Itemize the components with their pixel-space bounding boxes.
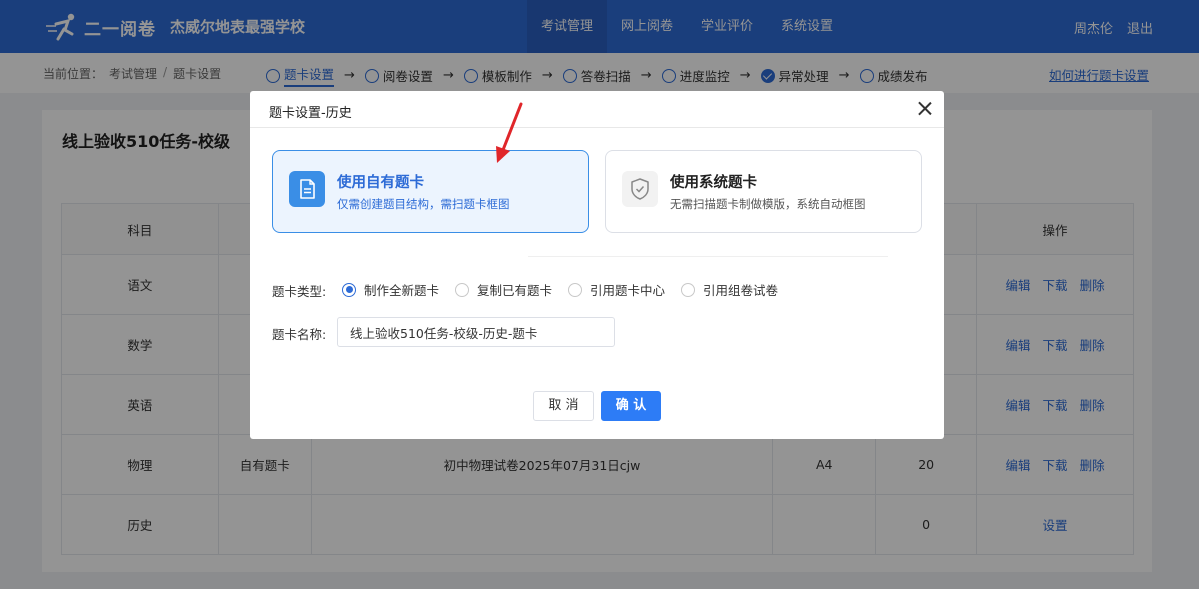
radio-create-new[interactable]: 制作全新题卡 (342, 280, 439, 299)
divider (528, 256, 888, 257)
option-desc: 无需扫描题卡制做模版，系统自动框图 (670, 197, 866, 211)
radio-icon (568, 282, 583, 297)
option-title: 使用自有题卡 (337, 175, 424, 191)
use-own-card-option[interactable]: 使用自有题卡 仅需创建题目结构，需扫题卡框图 (272, 150, 589, 233)
close-icon[interactable] (915, 99, 935, 119)
radio-reference-center[interactable]: 引用题卡中心 (568, 280, 665, 299)
card-name-input[interactable] (337, 317, 615, 347)
radio-icon (455, 282, 470, 297)
use-system-card-option[interactable]: 使用系统题卡 无需扫描题卡制做模版，系统自动框图 (605, 150, 922, 233)
cancel-button[interactable]: 取 消 (533, 391, 594, 421)
card-type-label: 题卡类型: (272, 284, 327, 299)
confirm-button[interactable]: 确 认 (601, 391, 661, 421)
dialog-title: 题卡设置-历史 (269, 106, 352, 121)
radio-icon (681, 282, 696, 297)
radio-checked-icon (342, 282, 356, 297)
radio-reference-compose[interactable]: 引用组卷试卷 (681, 280, 778, 299)
radio-copy-existing[interactable]: 复制已有题卡 (455, 280, 552, 299)
card-type-radio-group: 制作全新题卡 复制已有题卡 引用题卡中心 引用组卷试卷 (342, 280, 794, 299)
dialog-header: 题卡设置-历史 (250, 91, 944, 128)
shield-check-icon (622, 171, 658, 207)
option-desc: 仅需创建题目结构，需扫题卡框图 (337, 197, 510, 211)
card-name-label: 题卡名称: (272, 327, 327, 342)
card-settings-dialog: 题卡设置-历史 使用自有题卡 仅需创建题目结构，需扫题卡框图 使用系统题卡 无需… (250, 91, 944, 439)
document-icon (289, 171, 325, 207)
option-title: 使用系统题卡 (670, 175, 757, 191)
